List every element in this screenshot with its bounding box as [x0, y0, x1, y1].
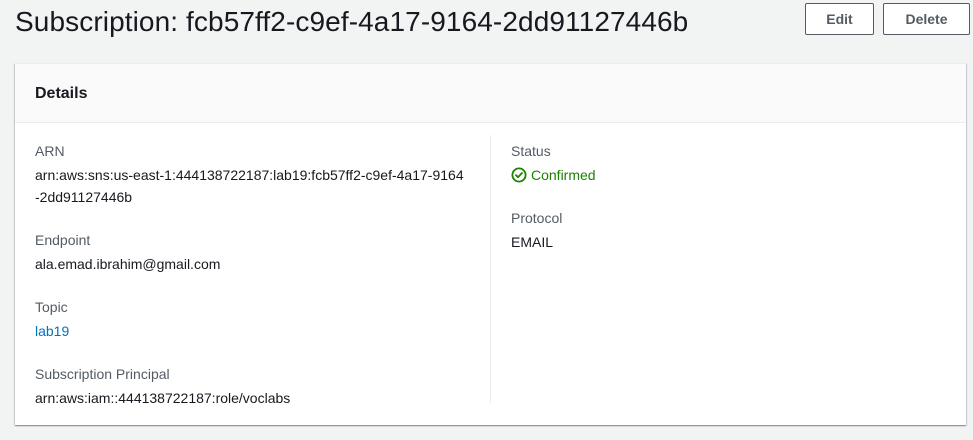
- status-label: Status: [511, 143, 551, 159]
- edit-button[interactable]: Edit: [805, 3, 874, 35]
- protocol-label: Protocol: [511, 210, 563, 226]
- details-right-column: Status Confirmed Protocol EMAIL: [511, 141, 931, 275]
- status-value: Confirmed: [531, 167, 596, 183]
- topic-value-container: lab19: [35, 320, 475, 342]
- endpoint-field: Endpoint ala.emad.ibrahim@gmail.com: [35, 230, 475, 275]
- topic-field: Topic lab19: [35, 297, 475, 342]
- status-indicator: Confirmed: [511, 164, 931, 186]
- arn-label: ARN: [35, 143, 65, 159]
- endpoint-value: ala.emad.ibrahim@gmail.com: [35, 256, 221, 272]
- arn-field: ARN arn:aws:sns:us-east-1:444138722187:l…: [35, 141, 475, 208]
- subscription-principal-label: Subscription Principal: [35, 366, 170, 382]
- topic-link[interactable]: lab19: [35, 323, 69, 339]
- details-title: Details: [35, 84, 88, 102]
- subscription-principal-field: Subscription Principal arn:aws:iam::4441…: [35, 364, 475, 409]
- protocol-value: EMAIL: [511, 234, 554, 250]
- column-divider: [490, 135, 491, 403]
- subscription-principal-value: arn:aws:iam::444138722187:role/voclabs: [35, 390, 291, 406]
- endpoint-label: Endpoint: [35, 232, 91, 248]
- details-left-column: ARN arn:aws:sns:us-east-1:444138722187:l…: [35, 141, 475, 431]
- details-body: ARN arn:aws:sns:us-east-1:444138722187:l…: [15, 123, 966, 425]
- status-field: Status Confirmed: [511, 141, 931, 186]
- details-panel-header: Details: [15, 64, 966, 123]
- check-circle-icon: [511, 167, 527, 183]
- topic-label: Topic: [35, 299, 68, 315]
- delete-button[interactable]: Delete: [883, 3, 970, 35]
- page-header: Subscription: fcb57ff2-c9ef-4a17-9164-2d…: [15, 0, 970, 48]
- subscription-page: Subscription: fcb57ff2-c9ef-4a17-9164-2d…: [0, 0, 973, 440]
- arn-value: arn:aws:sns:us-east-1:444138722187:lab19…: [35, 167, 464, 205]
- page-title: Subscription: fcb57ff2-c9ef-4a17-9164-2d…: [15, 6, 689, 37]
- header-actions: Edit Delete: [805, 3, 970, 35]
- protocol-field: Protocol EMAIL: [511, 208, 931, 253]
- details-panel: Details ARN arn:aws:sns:us-east-1:444138…: [15, 63, 966, 425]
